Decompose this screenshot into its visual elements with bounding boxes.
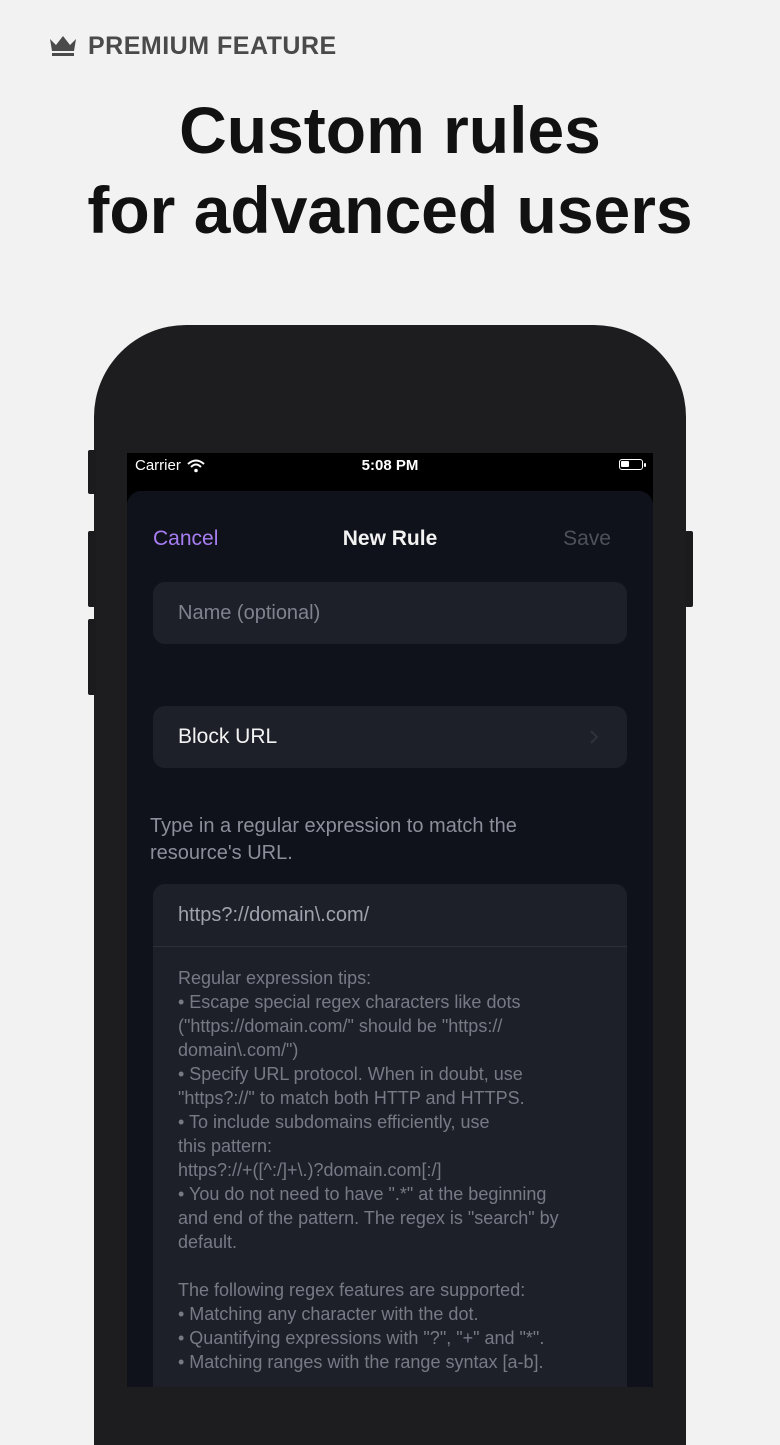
status-bar: Carrier 5:08 PM <box>127 453 653 479</box>
status-time: 5:08 PM <box>361 457 419 474</box>
name-input[interactable] <box>153 582 627 644</box>
regex-hint: Type in a regular expression to match th… <box>150 815 517 864</box>
tip-line: • Matching ranges with the range syntax … <box>178 1352 544 1372</box>
tip-line: default. <box>178 1232 238 1252</box>
phone-mute-switch <box>88 450 96 494</box>
phone-screen: Carrier 5:08 PM Cancel New Rule Save Blo… <box>127 453 653 1387</box>
battery-icon <box>619 459 646 470</box>
tip-line: • Escape special regex characters like d… <box>178 992 521 1012</box>
phone-power-button <box>685 531 693 607</box>
tip-line: The following regex features are support… <box>178 1280 526 1300</box>
new-rule-sheet: Cancel New Rule Save Block URL Type in a… <box>127 491 653 1387</box>
tip-line: • Matching any character with the dot. <box>178 1304 479 1324</box>
tip-line: "https?://" to match both HTTP and HTTPS… <box>178 1088 525 1108</box>
chevron-right-icon <box>590 730 599 744</box>
name-field-container <box>153 582 627 644</box>
tip-line: • You do not need to have ".*" at the be… <box>178 1184 547 1204</box>
tip-line: • Quantifying expressions with "?", "+" … <box>178 1328 545 1348</box>
tip-spacer <box>178 1254 608 1278</box>
tip-line: Regular expression tips: <box>178 968 372 988</box>
tip-line: • Specify URL protocol. When in doubt, u… <box>178 1064 523 1084</box>
rule-type-selector[interactable]: Block URL <box>153 706 627 768</box>
tip-line: this pattern: <box>178 1136 273 1156</box>
regex-tips: Regular expression tips: • Escape specia… <box>178 966 608 1374</box>
tip-line: and end of the pattern. The regex is "se… <box>178 1208 559 1228</box>
premium-badge: PREMIUM FEATURE <box>48 30 337 62</box>
tip-line: https?://+([^:/]+\.)?domain.com[:/] <box>178 1160 442 1180</box>
divider <box>153 946 627 947</box>
phone-volume-down <box>88 619 96 695</box>
tip-line: • To include subdomains efficiently, use <box>178 1112 490 1132</box>
crown-icon <box>50 36 76 56</box>
regex-editor: Regular expression tips: • Escape specia… <box>153 884 627 1387</box>
headline-line-1: Custom rules <box>179 93 601 167</box>
headline: Custom rules for advanced users <box>0 90 780 250</box>
tip-line: ("https://domain.com/" should be "https:… <box>178 1016 503 1036</box>
regex-input[interactable] <box>178 904 608 927</box>
phone-volume-up <box>88 531 96 607</box>
premium-label: PREMIUM FEATURE <box>88 31 337 60</box>
headline-line-2: for advanced users <box>87 173 693 247</box>
rule-type-label: Block URL <box>178 725 278 748</box>
save-button[interactable]: Save <box>563 527 611 551</box>
tip-line: domain\.com/") <box>178 1040 299 1060</box>
